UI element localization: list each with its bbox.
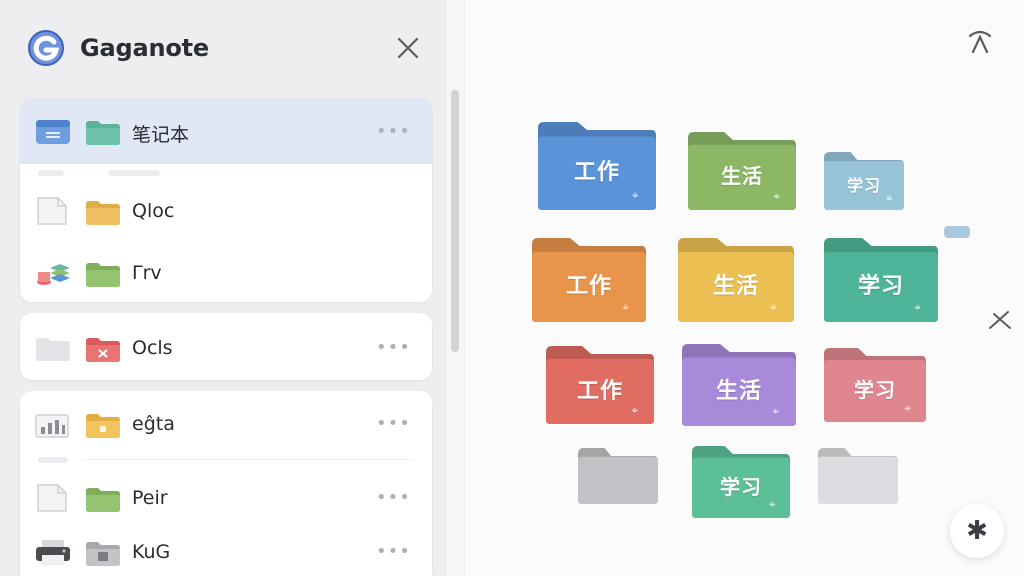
sidebar-item-qloc[interactable]: Qloc [20, 180, 432, 240]
pin-icon: ⌖ [885, 190, 893, 205]
close-icon [397, 37, 419, 59]
pin-icon: ⌖ [772, 404, 780, 419]
sidebar: Gaganote 笔记本 ••• Qloc Γrv Ocls ••• eĝta … [0, 0, 446, 576]
expand-button[interactable] [986, 306, 1014, 334]
sidebar-item-peir[interactable]: Peir ••• [20, 467, 432, 527]
folder-tile[interactable]: 工作 ⌖ [530, 236, 648, 324]
folder-icon [818, 448, 898, 504]
pin-icon: ⌖ [622, 300, 630, 315]
folder-label: 学习 [854, 378, 896, 402]
pin-icon: ⌖ [768, 497, 776, 512]
folder-tile[interactable]: 生活 ⌖ [676, 236, 796, 324]
document-icon [34, 196, 72, 226]
folder-label: 生活 [715, 378, 762, 404]
sidebar-item-grv[interactable]: Γrv [20, 242, 432, 302]
sidebar-item-label: 笔记本 [132, 124, 190, 146]
asterisk-icon: ✱ [966, 516, 988, 546]
folder-tile[interactable]: 生活 ⌖ [680, 342, 798, 428]
more-options-button[interactable]: ••• [376, 121, 410, 142]
pin-icon: ⌖ [631, 187, 639, 202]
folder-label: 生活 [712, 273, 759, 299]
ghost-line [38, 170, 64, 176]
more-options-button[interactable]: ••• [376, 337, 410, 358]
folder-label: 学习 [846, 176, 881, 196]
divider [82, 459, 414, 460]
folder-tile[interactable] [576, 446, 660, 506]
folder-icon [84, 118, 122, 146]
sidebar-scrollbar[interactable] [451, 90, 459, 352]
printer-icon [34, 537, 72, 567]
folder-icon [84, 411, 122, 439]
ghost-line [38, 457, 68, 463]
sidebar-item-kug[interactable]: KuG ••• [20, 521, 432, 576]
pin-icon: ⌖ [914, 300, 922, 315]
more-options-button[interactable]: ••• [376, 541, 410, 562]
ghost-line [108, 170, 160, 176]
sidebar-item-label: Peir [132, 487, 168, 509]
folder-tile[interactable]: 工作 ⌖ [536, 120, 658, 212]
app-title: Gaganote [80, 34, 209, 62]
more-options-button[interactable]: ••• [376, 487, 410, 508]
folder-icon [84, 539, 122, 567]
folder-tile[interactable]: 生活 ⌖ [686, 130, 798, 212]
sidebar-item-label: Γrv [132, 262, 162, 284]
sidebar-item-label: Qloc [132, 200, 175, 222]
collapse-button[interactable] [964, 26, 996, 58]
close-sidebar-button[interactable] [392, 32, 424, 64]
sidebar-header: Gaganote [26, 26, 426, 70]
stack-icon [34, 258, 72, 288]
folder-label: 工作 [576, 378, 623, 404]
app-logo-icon [26, 28, 66, 68]
folder-tile[interactable] [816, 446, 900, 506]
sidebar-item-egta[interactable]: eĝta ••• [20, 393, 432, 453]
folder-icon [84, 485, 122, 513]
document-icon [34, 483, 72, 513]
folder-tile[interactable]: 学习 ⌖ [822, 346, 928, 424]
folder-label: 生活 [721, 164, 763, 188]
folder-tile[interactable]: 学习 ⌖ [822, 150, 906, 212]
sidebar-item-ocls[interactable]: Ocls ••• [20, 317, 432, 377]
folder-tile[interactable]: 学习 ⌖ [822, 236, 940, 324]
sidebar-item-label: KuG [132, 541, 171, 563]
sidebar-item-label: Ocls [132, 337, 173, 359]
pin-icon: ⌖ [770, 300, 777, 315]
more-options-button[interactable]: ••• [376, 413, 410, 434]
folder-icon [578, 448, 658, 504]
folder-tile[interactable]: 学习 ⌖ [690, 444, 792, 520]
folder-label: 工作 [565, 273, 612, 299]
collapse-icon [968, 30, 992, 54]
folder-label: 学习 [857, 273, 904, 299]
add-button[interactable]: ✱ [950, 504, 1004, 558]
folder-icon [84, 260, 122, 288]
sidebar-group-3: eĝta ••• Peir ••• KuG ••• [20, 391, 432, 576]
folder-canvas: 工作 ⌖ 生活 ⌖ 学习 ⌖ 工作 ⌖ 生活 ⌖ 学习 ⌖ 工作 ⌖ 生活 ⌖ [466, 0, 1024, 576]
sidebar-group-2: Ocls ••• [20, 313, 432, 380]
cross-arrow-icon [989, 311, 1011, 329]
blank-folder-icon [34, 333, 72, 363]
bar-chart-icon [34, 409, 72, 439]
pin-icon: ⌖ [631, 402, 639, 417]
folder-icon [84, 198, 122, 226]
peek-tab[interactable] [944, 226, 970, 238]
note-card-icon [34, 118, 72, 148]
sidebar-group-1: 笔记本 ••• Qloc Γrv [20, 98, 432, 302]
folder-tile[interactable]: 工作 ⌖ [544, 344, 656, 426]
pin-icon: ⌖ [904, 401, 912, 416]
folder-label: 工作 [573, 159, 620, 185]
folder-icon [84, 335, 122, 363]
sidebar-item-notebook[interactable]: 笔记本 ••• [20, 98, 432, 164]
folder-label: 学习 [720, 475, 762, 499]
sidebar-item-label: eĝta [132, 413, 175, 435]
pin-icon: ⌖ [773, 188, 781, 203]
